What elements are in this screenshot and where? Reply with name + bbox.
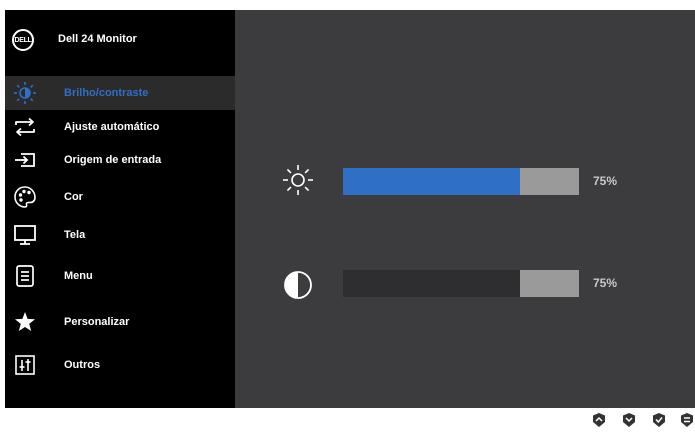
color-palette-icon (14, 186, 36, 208)
brightness-icon (14, 82, 36, 104)
brightness-slider[interactable] (343, 168, 579, 195)
menu-item-label: Origem de entrada (64, 154, 162, 166)
down-button-icon[interactable] (622, 413, 636, 427)
ok-button-icon[interactable] (652, 413, 666, 427)
brightness-slider-track (520, 168, 579, 195)
menu-item-label: Personalizar (64, 316, 130, 328)
contrast-slider-fill (343, 270, 520, 297)
menu-item-label: Brilho/contraste (64, 87, 149, 99)
contrast-slider[interactable] (343, 270, 579, 297)
dell-logo: DELL (12, 29, 34, 51)
menu-item-input-source[interactable]: Origem de entrada (5, 143, 235, 177)
contrast-icon (284, 271, 312, 299)
menu-item-label: Outros (64, 359, 101, 371)
osd-header: DELL Dell 24 Monitor (5, 10, 235, 70)
menu-item-brightness-contrast[interactable]: Brilho/contraste (5, 76, 235, 110)
menu-item-auto-adjust[interactable]: Ajuste automático (5, 110, 235, 144)
menu-item-display[interactable]: Tela (5, 218, 235, 252)
menu-item-menu[interactable]: Menu (5, 259, 235, 293)
menu-item-others[interactable]: Outros (5, 348, 235, 382)
others-icon (15, 355, 35, 375)
back-button-icon[interactable] (680, 413, 694, 427)
contrast-slider-track (520, 270, 579, 297)
display-icon (14, 225, 36, 245)
osd-window: DELL Dell 24 Monitor Brilho/contraste Aj… (5, 10, 695, 408)
menu-item-personalize[interactable]: Personalizar (5, 305, 235, 339)
menu-item-label: Menu (64, 270, 93, 282)
brightness-value: 75% (593, 174, 618, 188)
settings-panel: 75% 75% (235, 10, 695, 408)
auto-adjust-icon (15, 117, 35, 137)
menu-item-label: Cor (64, 191, 83, 203)
menu-item-label: Tela (64, 229, 86, 241)
star-icon (15, 312, 35, 331)
menu-item-color[interactable]: Cor (5, 180, 235, 214)
menu-icon (16, 265, 34, 287)
brightness-slider-fill (343, 168, 520, 195)
up-button-icon[interactable] (592, 413, 606, 427)
monitor-model-title: Dell 24 Monitor (58, 33, 137, 45)
contrast-value: 75% (593, 276, 618, 290)
osd-sidebar: DELL Dell 24 Monitor Brilho/contraste Aj… (5, 10, 235, 408)
input-source-icon (15, 153, 35, 167)
sun-icon (283, 165, 313, 195)
menu-item-label: Ajuste automático (64, 121, 160, 133)
